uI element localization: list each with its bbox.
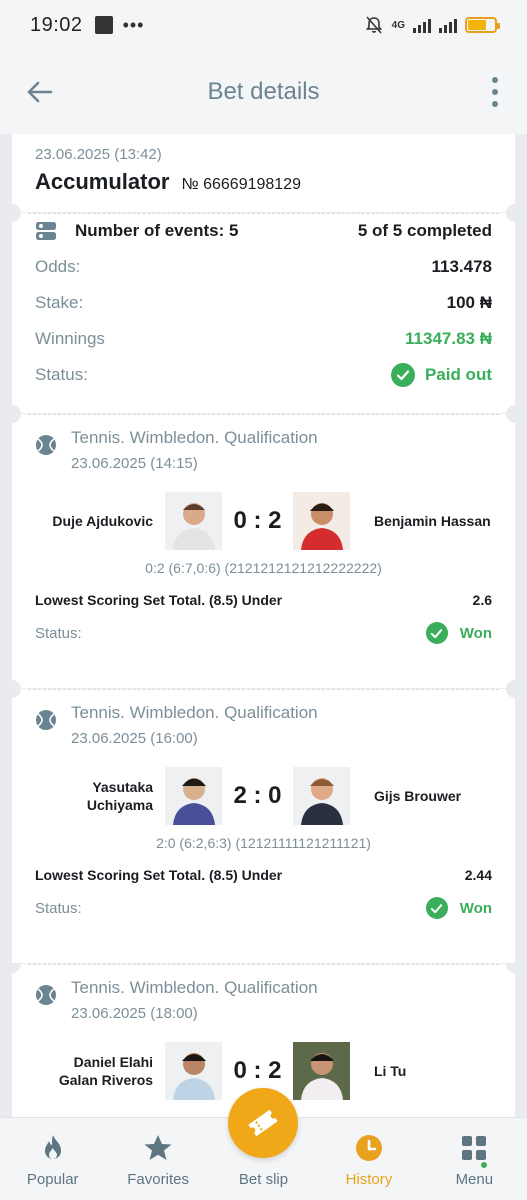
event-status-row: Status: Won	[35, 897, 492, 919]
clock-icon	[355, 1135, 382, 1161]
nav-bet-slip-label: Bet slip	[238, 1171, 289, 1188]
events-count: Number of events: 5	[75, 221, 239, 240]
set-scores: 0:2 (6:7,0:6) (2121212121212222222)	[145, 560, 382, 576]
event-status-value: Won	[459, 624, 492, 642]
stake-value: 100 ₦	[446, 293, 492, 312]
event-date: 23.06.2025 (14:15)	[71, 455, 198, 472]
page-title: Bet details	[207, 78, 320, 105]
winnings-value: 11347.83 ₦	[405, 329, 492, 348]
player-1-avatar	[165, 492, 223, 550]
match-score: 2 : 0	[233, 782, 282, 809]
player-1-name: Daniel Elahi Galan Riveros	[58, 1054, 154, 1088]
match-row: Yasutaka Uchiyama 2 : 0 Gijs Brouwer	[35, 765, 492, 827]
status-label: Status:	[35, 365, 88, 384]
market-name: Lowest Scoring Set Total. (8.5) Under	[35, 867, 283, 883]
winnings-row: Winnings 11347.83 ₦	[35, 321, 492, 357]
match-row: Duje Ajdukovic 0 : 2 Benjamin Hassan	[35, 490, 492, 552]
check-circle-icon	[425, 622, 448, 644]
odds-label: Odds:	[35, 257, 81, 276]
player-1-name: Duje Ajdukovic	[52, 513, 154, 529]
tennis-ball-icon	[36, 710, 56, 730]
grid-menu-icon	[462, 1136, 487, 1160]
player-2-name: Gijs Brouwer	[373, 788, 462, 804]
bet-summary-card: Number of events: 5 5 of 5 completed Odd…	[3, 204, 524, 413]
event-status-badge: Won	[425, 897, 492, 919]
player-1-name: Yasutaka Uchiyama	[86, 779, 154, 813]
network-type: 4G	[391, 19, 405, 31]
tennis-ball-icon	[36, 435, 56, 455]
winnings-label: Winnings	[35, 329, 105, 348]
status-row: Status: Paid out	[35, 357, 492, 393]
player-1-avatar	[165, 1042, 223, 1100]
back-arrow-icon[interactable]	[24, 76, 56, 108]
event-status-value: Won	[459, 899, 492, 917]
bet-slip-button[interactable]	[228, 1088, 298, 1158]
app-bar: Bet details	[0, 50, 527, 134]
event-tournament: Tennis. Wimbledon. Qualification	[71, 428, 318, 447]
flame-icon	[44, 1135, 61, 1159]
check-circle-icon	[425, 897, 448, 919]
event-card[interactable]: Tennis. Wimbledon. Qualification 23.06.2…	[3, 405, 524, 688]
status-value: Paid out	[424, 365, 492, 384]
nav-favorites[interactable]: Favorites	[105, 1118, 210, 1200]
status-icons: 4G	[364, 15, 500, 35]
check-circle-icon	[390, 363, 415, 387]
nav-popular-label: Popular	[26, 1171, 79, 1188]
market-row: Lowest Scoring Set Total. (8.5) Under 2.…	[35, 867, 492, 883]
event-card[interactable]: Tennis. Wimbledon. Qualification 23.06.2…	[3, 680, 524, 963]
set-scores: 2:0 (6:2,6:3) (12121111121211121)	[156, 835, 371, 851]
event-status-label: Status:	[35, 624, 82, 642]
market-odds: 2.6	[472, 592, 492, 608]
stake-row: Stake: 100 ₦	[35, 285, 492, 321]
nav-menu-label: Menu	[455, 1171, 494, 1188]
player-2-name: Li Tu	[373, 1063, 407, 1079]
event-tournament: Tennis. Wimbledon. Qualification	[71, 703, 318, 722]
player-2-name: Benjamin Hassan	[373, 513, 491, 529]
notification-icon	[94, 16, 113, 34]
signal-icon-2	[439, 17, 457, 33]
events-row: Number of events: 5 5 of 5 completed	[35, 213, 492, 249]
bet-number: № 66669198129	[181, 176, 301, 193]
status-badge: Paid out	[390, 363, 492, 387]
match-score: 0 : 2	[233, 1057, 282, 1084]
market-row: Lowest Scoring Set Total. (8.5) Under 2.…	[35, 592, 492, 608]
events-list-icon	[36, 222, 56, 240]
notification-dot	[479, 1160, 490, 1170]
event-date: 23.06.2025 (16:00)	[71, 730, 198, 747]
nav-favorites-label: Favorites	[127, 1171, 189, 1188]
odds-row: Odds: 113.478	[35, 249, 492, 285]
bet-type: Accumulator	[35, 169, 170, 194]
clock: 19:02	[30, 13, 83, 36]
signal-icon	[413, 17, 431, 33]
stake-label: Stake:	[35, 293, 84, 312]
nav-menu[interactable]: Menu	[422, 1118, 527, 1200]
star-icon	[144, 1135, 172, 1160]
player-2-avatar	[292, 767, 350, 825]
bet-date: 23.06.2025 (13:42)	[35, 146, 162, 163]
event-status-row: Status: Won	[35, 622, 492, 644]
player-1-avatar	[165, 767, 223, 825]
player-2-avatar	[292, 1042, 350, 1100]
market-odds: 2.44	[464, 867, 492, 883]
events-completed: 5 of 5 completed	[357, 221, 492, 240]
mute-icon	[365, 16, 382, 34]
bet-header-card: 23.06.2025 (13:42) Accumulator № 6666919…	[12, 134, 515, 212]
event-status-badge: Won	[425, 622, 492, 644]
event-tournament: Tennis. Wimbledon. Qualification	[71, 978, 318, 997]
player-2-avatar	[292, 492, 350, 550]
more-notifications-icon: •••	[122, 14, 145, 35]
battery-icon	[465, 17, 500, 33]
nav-history[interactable]: History	[316, 1118, 421, 1200]
odds-value: 113.478	[431, 257, 492, 276]
status-bar: 19:02 ••• 4G	[0, 0, 527, 50]
more-options-icon[interactable]	[491, 77, 499, 107]
nav-history-label: History	[345, 1171, 393, 1188]
event-status-label: Status:	[35, 899, 82, 917]
market-name: Lowest Scoring Set Total. (8.5) Under	[35, 592, 283, 608]
nav-popular[interactable]: Popular	[0, 1118, 105, 1200]
event-date: 23.06.2025 (18:00)	[71, 1005, 198, 1022]
tennis-ball-icon	[36, 985, 56, 1005]
match-score: 0 : 2	[233, 507, 282, 534]
ticket-icon	[248, 1109, 278, 1137]
